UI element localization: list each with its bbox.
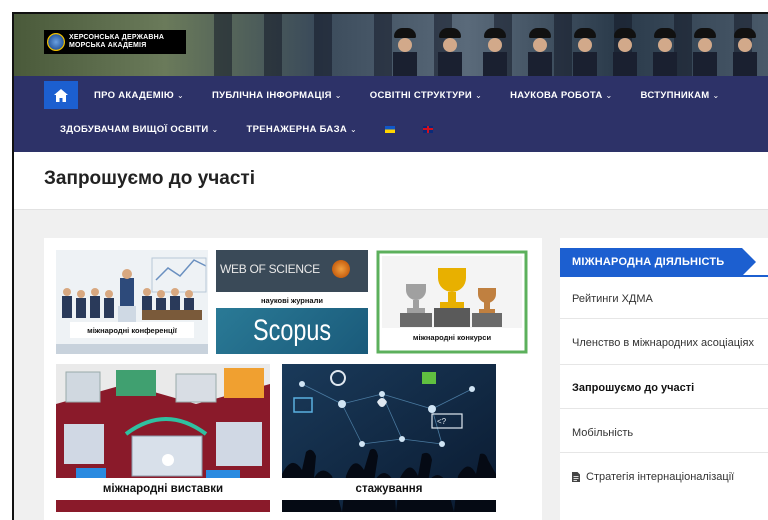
sidebar-item-invitation[interactable]: Запрошуємо до участі [572, 382, 694, 394]
browser-viewport: ХЕРСОНСЬКА ДЕРЖАВНА МОРСЬКА АКАДЕМІЯ ПРО… [12, 12, 768, 520]
chevron-down-icon: ⌄ [211, 124, 219, 134]
web-of-science-banner: WEB OF SCIENCE [216, 250, 368, 292]
nav-simulators-label: ТРЕНАЖЕРНА БАЗА [246, 123, 348, 135]
tile-journals-caption: наукові журнали [216, 293, 368, 307]
sidebar-item-ratings[interactable]: Рейтинги ХДМА [572, 293, 653, 305]
tile-contests[interactable]: міжнародні конкурси [376, 250, 528, 354]
sidebar-item-strategy-label: Стратегія інтернаціоналізації [586, 471, 735, 483]
nav-structures-label: ОСВІТНІ СТРУКТУРИ [369, 89, 473, 101]
nav-structures[interactable]: ОСВІТНІ СТРУКТУРИ ⌄ [370, 90, 482, 101]
home-icon [54, 88, 68, 102]
nav-applicants[interactable]: ВСТУПНИКАМ ⌄ [641, 90, 720, 101]
site-logo[interactable]: ХЕРСОНСЬКА ДЕРЖАВНА МОРСЬКА АКАДЕМІЯ [44, 30, 186, 54]
nav-applicants-label: ВСТУПНИКАМ [640, 89, 710, 101]
web-of-science-label: WEB OF SCIENCE [220, 262, 320, 276]
nav-students[interactable]: ЗДОБУВАЧАМ ВИЩОЇ ОСВІТИ ⌄ [60, 124, 219, 135]
english-flag-icon[interactable] [423, 125, 434, 133]
web-of-science-logo-icon [332, 260, 350, 278]
divider [560, 452, 768, 453]
nav-public-info[interactable]: ПУБЛІЧНА ІНФОРМАЦІЯ ⌄ [212, 90, 342, 101]
sidebar: МІЖНАРОДНА ДІЯЛЬНІСТЬ Рейтинги ХДМА Член… [560, 238, 768, 520]
academy-emblem-icon [47, 33, 65, 51]
svg-text:<?: <? [437, 417, 447, 426]
document-icon [572, 472, 580, 482]
nav-about[interactable]: ПРО АКАДЕМІЮ ⌄ [94, 90, 184, 101]
page-title-bar: Запрошуємо до участі [14, 152, 768, 210]
nav-about-label: ПРО АКАДЕМІЮ [94, 89, 174, 101]
nav-students-label: ЗДОБУВАЧАМ ВИЩОЇ ОСВІТИ [60, 123, 209, 135]
content-card: міжнародні конференції WEB OF SCIENCE на… [44, 238, 542, 520]
sidebar-heading: МІЖНАРОДНА ДІЯЛЬНІСТЬ [560, 248, 757, 276]
sidebar-item-mobility[interactable]: Мобільність [572, 427, 633, 439]
tile-exhibitions[interactable]: міжнародні виставки [56, 364, 270, 512]
tile-exhibitions-caption: міжнародні виставки [56, 478, 270, 500]
chevron-down-icon: ⌄ [475, 90, 483, 100]
tile-contests-caption: міжнародні конкурси [390, 330, 514, 344]
tile-internships[interactable]: <? стажування [282, 364, 496, 512]
nav-simulators[interactable]: ТРЕНАЖЕРНА БАЗА ⌄ [247, 124, 357, 135]
nav-public-info-label: ПУБЛІЧНА ІНФОРМАЦІЯ [212, 89, 332, 101]
scopus-label: Scopus [252, 314, 332, 347]
sidebar-item-memberships[interactable]: Членство в міжнародних асоціаціях [572, 337, 754, 349]
home-button[interactable] [44, 81, 78, 109]
tile-conferences-caption: міжнародні конференції [70, 322, 194, 338]
tile-internships-caption: стажування [282, 478, 496, 500]
chevron-down-icon: ⌄ [350, 124, 358, 134]
conference-illustration [56, 250, 208, 354]
divider [560, 364, 768, 365]
main-navigation: ПРО АКАДЕМІЮ ⌄ ПУБЛІЧНА ІНФОРМАЦІЯ ⌄ ОСВІТ… [14, 76, 768, 152]
nav-research-label: НАУКОВА РОБОТА [510, 89, 603, 101]
chevron-down-icon: ⌄ [605, 90, 613, 100]
tile-journals[interactable]: WEB OF SCIENCE наукові журнали Scopus [216, 250, 368, 354]
chevron-down-icon: ⌄ [177, 90, 185, 100]
sidebar-item-strategy[interactable]: Стратегія інтернаціоналізації [572, 471, 734, 483]
logo-line-1: ХЕРСОНСЬКА ДЕРЖАВНА [69, 34, 165, 41]
logo-line-2: МОРСЬКА АКАДЕМІЯ [69, 42, 147, 49]
sidebar-heading-underline [560, 275, 768, 277]
chevron-down-icon: ⌄ [334, 90, 342, 100]
site-banner: ХЕРСОНСЬКА ДЕРЖАВНА МОРСЬКА АКАДЕМІЯ [14, 14, 768, 76]
divider [560, 408, 768, 409]
page-title: Запрошуємо до участі [44, 168, 256, 189]
tile-conferences[interactable]: міжнародні конференції [56, 250, 208, 354]
nav-research[interactable]: НАУКОВА РОБОТА ⌄ [510, 90, 612, 101]
scopus-banner: Scopus [216, 308, 368, 354]
divider [560, 318, 768, 319]
chevron-down-icon: ⌄ [712, 90, 720, 100]
ukrainian-flag-icon[interactable] [385, 125, 396, 133]
